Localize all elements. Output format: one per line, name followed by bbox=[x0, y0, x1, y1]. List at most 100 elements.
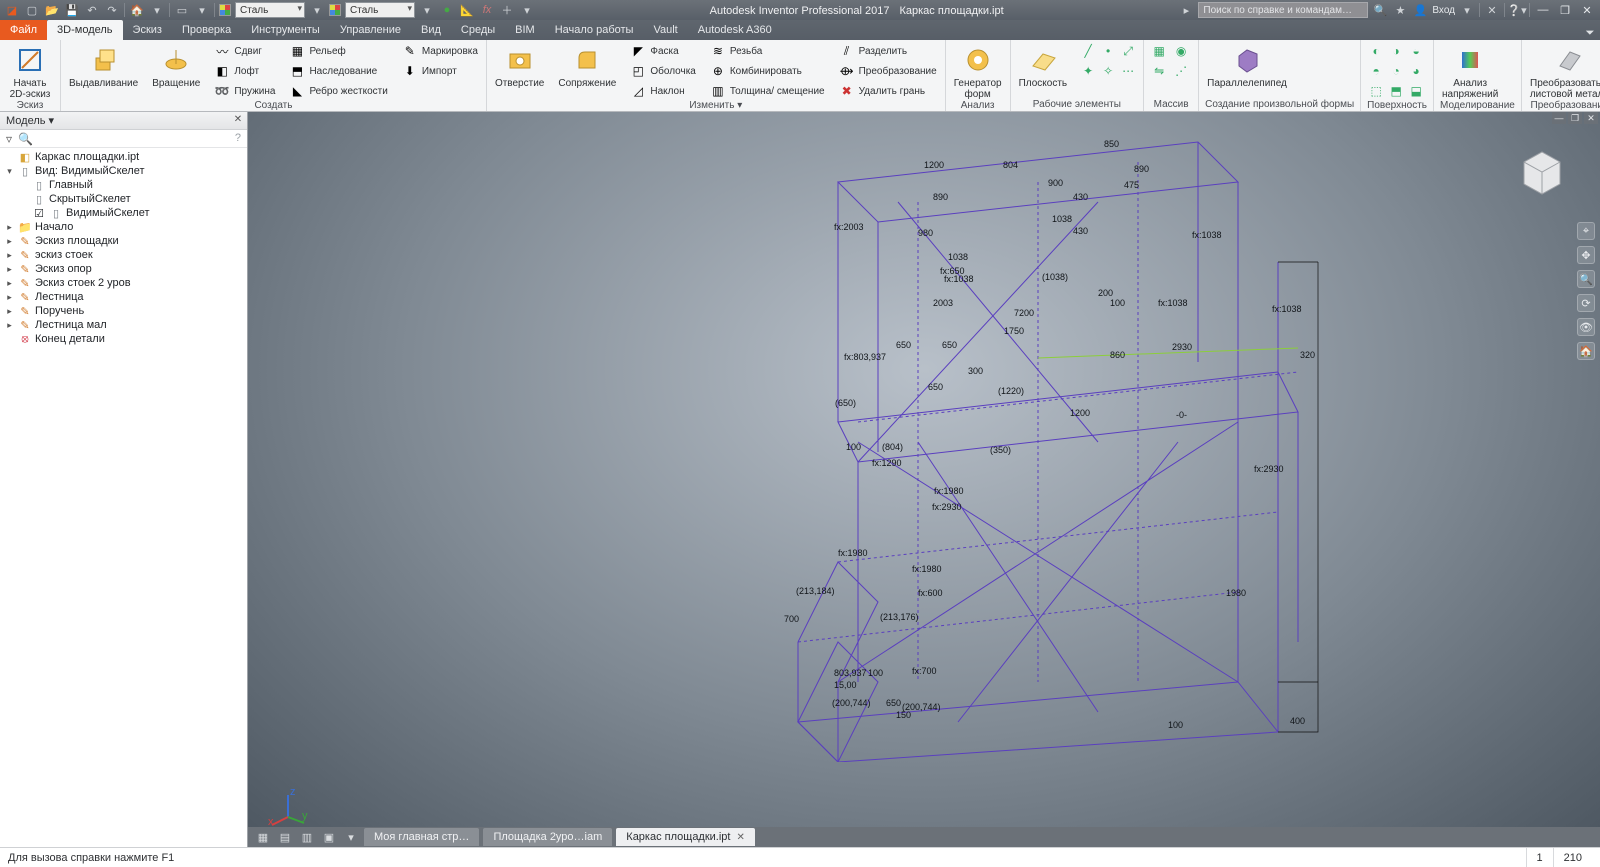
nav-left-icon[interactable]: ▸ bbox=[1178, 2, 1194, 18]
tree-node[interactable]: ▸✎эскиз стоек bbox=[4, 248, 247, 262]
browser-header[interactable]: Модель ▾ ✕ ? bbox=[0, 112, 247, 130]
appearance-combo[interactable]: Сталь bbox=[345, 2, 415, 18]
axis-icon[interactable]: ╱ bbox=[1079, 42, 1097, 60]
qa-open-icon[interactable]: 📂 bbox=[44, 2, 60, 18]
surf1-icon[interactable]: ◐ bbox=[1367, 42, 1385, 60]
tree-node[interactable]: ▸✎Лестница мал bbox=[4, 318, 247, 332]
tab-inspect[interactable]: Проверка bbox=[172, 20, 241, 40]
qa-plus-icon[interactable]: ＋ bbox=[499, 2, 515, 18]
model-tree[interactable]: ◧Каркас площадки.ipt▾▯Вид: ВидимыйСкелет… bbox=[0, 148, 247, 847]
material-combo[interactable]: Сталь bbox=[235, 2, 305, 18]
mat-drop-icon[interactable]: ▾ bbox=[309, 2, 325, 18]
wfmore3-icon[interactable]: ⋯ bbox=[1119, 62, 1137, 80]
exchange-icon[interactable]: ✕ bbox=[1484, 2, 1500, 18]
deleteface-button[interactable]: ✖Удалить грань bbox=[837, 82, 939, 100]
loft-button[interactable]: ◧Лофт bbox=[212, 62, 277, 80]
sketch-pattern-icon[interactable]: ⋰ bbox=[1172, 62, 1190, 80]
qa-select-icon[interactable]: ▭ bbox=[174, 2, 190, 18]
split-button[interactable]: ⫽Разделить bbox=[837, 42, 939, 60]
viewmode-drop-icon[interactable]: ▾ bbox=[342, 829, 360, 845]
tree-node[interactable]: ◧Каркас площадки.ipt bbox=[4, 150, 247, 164]
qa-fx-icon[interactable]: fx bbox=[479, 2, 495, 18]
qa-check-icon[interactable]: ● bbox=[439, 2, 455, 18]
window-minimize-icon[interactable]: — bbox=[1534, 2, 1552, 18]
tab-3dmodel[interactable]: 3D-модель bbox=[47, 20, 122, 40]
relief-button[interactable]: ▦Рельеф bbox=[287, 42, 389, 60]
tree-node[interactable]: ▸✎Поручень bbox=[4, 304, 247, 318]
help-search-input[interactable]: Поиск по справке и командам… bbox=[1198, 2, 1368, 18]
fillet-button[interactable]: Сопряжение bbox=[556, 42, 618, 89]
draft-button[interactable]: ◿Наклон bbox=[628, 82, 698, 100]
tree-node[interactable]: ⦻Конец детали bbox=[4, 332, 247, 346]
tab-tools[interactable]: Инструменты bbox=[241, 20, 330, 40]
search-icon[interactable]: 🔍 bbox=[1372, 2, 1388, 18]
qa-new-icon[interactable]: ▢ bbox=[24, 2, 40, 18]
surf4-icon[interactable]: ◓ bbox=[1367, 62, 1385, 80]
document-tab[interactable]: Каркас площадки.ipt✕ bbox=[616, 828, 755, 846]
directedit-button[interactable]: ⟴Преобразование bbox=[837, 62, 939, 80]
extrude-button[interactable]: Выдавливание bbox=[67, 42, 140, 89]
viewmode2-icon[interactable]: ▤ bbox=[276, 829, 294, 845]
point-icon[interactable]: • bbox=[1099, 42, 1117, 60]
mirror-icon[interactable]: ⇋ bbox=[1150, 62, 1168, 80]
emboss-button[interactable]: ✎Маркировка bbox=[400, 42, 480, 60]
sheetmetal-button[interactable]: Преобразовать в листовой металл bbox=[1528, 42, 1600, 100]
tree-node[interactable]: ▯Главный bbox=[4, 178, 247, 192]
vp-close-icon[interactable]: ✕ bbox=[1584, 112, 1598, 124]
browser-close-icon[interactable]: ✕ bbox=[231, 112, 245, 126]
shapegen-button[interactable]: Генератор форм bbox=[952, 42, 1004, 100]
tree-node[interactable]: ▸📁Начало bbox=[4, 220, 247, 234]
coil-button[interactable]: ➿Пружина bbox=[212, 82, 277, 100]
surf8-icon[interactable]: ⬒ bbox=[1387, 82, 1405, 100]
tab-file[interactable]: Файл bbox=[0, 20, 47, 40]
nav-pan-icon[interactable]: ✥ bbox=[1577, 246, 1595, 264]
signin-drop-icon[interactable]: ▾ bbox=[1459, 2, 1475, 18]
tree-node[interactable]: ▸✎Лестница bbox=[4, 290, 247, 304]
hole-button[interactable]: Отверстие bbox=[493, 42, 546, 89]
surf7-icon[interactable]: ⬚ bbox=[1367, 82, 1385, 100]
tab-vault[interactable]: Vault bbox=[643, 20, 687, 40]
tab-view[interactable]: Вид bbox=[411, 20, 451, 40]
qa-measure-icon[interactable]: 📐 bbox=[459, 2, 475, 18]
stress-button[interactable]: Анализ напряжений bbox=[1440, 42, 1500, 100]
freeform-box-button[interactable]: Параллелепипед bbox=[1205, 42, 1289, 89]
signin-link[interactable]: Вход bbox=[1432, 5, 1455, 16]
tab-bim[interactable]: BIM bbox=[505, 20, 545, 40]
tab-a360[interactable]: Autodesk A360 bbox=[688, 20, 782, 40]
tree-node[interactable]: ☑▯ВидимыйСкелет bbox=[4, 206, 247, 220]
start-2d-sketch-button[interactable]: Начать 2D-эскиз bbox=[6, 42, 54, 100]
app-drop-icon[interactable]: ▾ bbox=[419, 2, 435, 18]
tab-close-icon[interactable]: ✕ bbox=[737, 832, 745, 843]
plane-button[interactable]: Плоскость bbox=[1017, 42, 1070, 89]
tree-node[interactable]: ▸✎Эскиз площадки bbox=[4, 234, 247, 248]
viewport[interactable]: — ❐ ✕ bbox=[248, 112, 1600, 847]
ucs-icon[interactable]: ⤢ bbox=[1119, 42, 1137, 60]
chamfer-button[interactable]: ◤Фаска bbox=[628, 42, 698, 60]
tab-start[interactable]: Начало работы bbox=[545, 20, 644, 40]
tree-node[interactable]: ▯СкрытыйСкелет bbox=[4, 192, 247, 206]
rib-button[interactable]: ◣Ребро жесткости bbox=[287, 82, 389, 100]
nav-look-icon[interactable]: 👁 bbox=[1577, 318, 1595, 336]
document-tab[interactable]: Площадка 2уро…iam bbox=[483, 828, 612, 846]
qa-select2-icon[interactable]: ▾ bbox=[194, 2, 210, 18]
thread-button[interactable]: ≋Резьба bbox=[708, 42, 827, 60]
viewmode1-icon[interactable]: ▦ bbox=[254, 829, 272, 845]
nav-wheel-icon[interactable]: ⌖ bbox=[1577, 222, 1595, 240]
revolve-button[interactable]: Вращение bbox=[150, 42, 202, 89]
qa-redo-icon[interactable]: ↷ bbox=[104, 2, 120, 18]
nav-orbit-icon[interactable]: ⟳ bbox=[1577, 294, 1595, 312]
qa-dropdown-icon[interactable]: ▾ bbox=[149, 2, 165, 18]
vp-max-icon[interactable]: ❐ bbox=[1568, 112, 1582, 124]
appearance-swatch-icon[interactable] bbox=[219, 4, 231, 16]
document-tab[interactable]: Моя главная стр… bbox=[364, 828, 479, 846]
help-icon[interactable]: ❔▾ bbox=[1509, 2, 1525, 18]
combine-button[interactable]: ⊕Комбинировать bbox=[708, 62, 827, 80]
viewmode4-icon[interactable]: ▣ bbox=[320, 829, 338, 845]
tab-env[interactable]: Среды bbox=[451, 20, 505, 40]
find-icon[interactable]: 🔍 bbox=[18, 132, 33, 146]
rect-pattern-icon[interactable]: ▦ bbox=[1150, 42, 1168, 60]
tab-manage[interactable]: Управление bbox=[330, 20, 411, 40]
derive-button[interactable]: ⬒Наследование bbox=[287, 62, 389, 80]
user-icon[interactable]: 👤 bbox=[1412, 2, 1428, 18]
wfmore2-icon[interactable]: ✧ bbox=[1099, 62, 1117, 80]
